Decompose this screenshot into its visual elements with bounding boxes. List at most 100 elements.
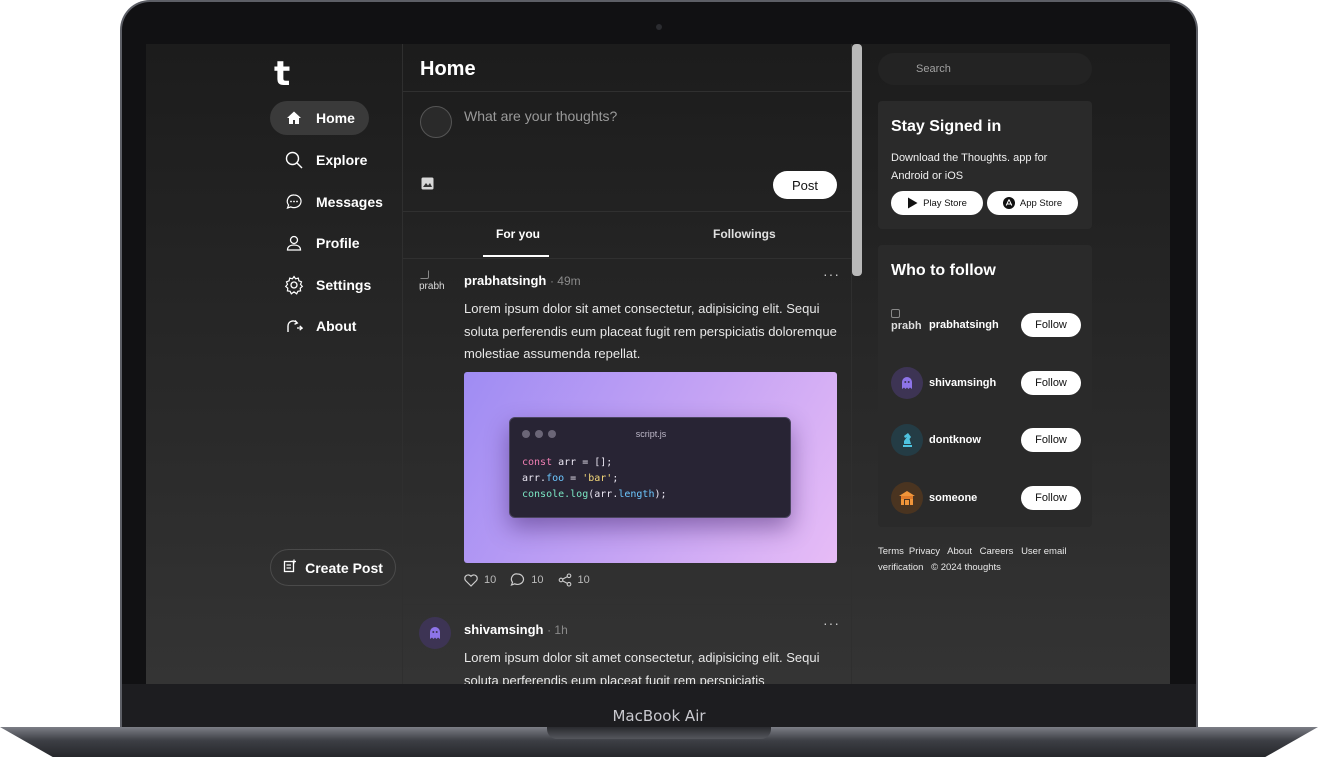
follow-button[interactable]: Follow <box>1021 428 1081 452</box>
avatar[interactable]: prabh <box>419 269 451 301</box>
card-description: Download the Thoughts. app for Android o… <box>891 152 1048 182</box>
sidebar-item-explore[interactable]: Explore <box>270 143 381 177</box>
comment-icon <box>510 573 525 587</box>
footer-link-careers[interactable]: Careers <box>980 546 1014 557</box>
active-tab-indicator <box>483 255 549 257</box>
post-author[interactable]: prabhatsingh · 49m <box>464 273 581 288</box>
code-line: arr.foo = 'bar'; <box>522 473 619 484</box>
main-feed: Home What are your thoughts? Post For yo… <box>402 44 853 684</box>
follow-suggestion: someone Follow <box>891 481 1081 515</box>
share-button[interactable]: 10 <box>558 573 590 587</box>
comment-count: 10 <box>531 574 544 586</box>
play-store-icon <box>908 197 918 209</box>
post-time: · 49m <box>549 274 581 288</box>
avatar-alt-text: prabh <box>419 281 445 292</box>
follow-user-name[interactable]: prabhatsingh <box>929 319 1021 331</box>
follow-user-name[interactable]: dontknow <box>929 434 1021 446</box>
follow-user-name[interactable]: someone <box>929 492 1021 504</box>
sidebar-item-label: Settings <box>316 277 372 293</box>
divider <box>403 604 853 605</box>
post-button[interactable]: Post <box>773 171 837 199</box>
chat-bubble-icon <box>284 192 304 212</box>
copyright: © 2024 thoughts <box>931 562 1001 573</box>
sidebar-item-label: Profile <box>316 235 360 251</box>
more-options-icon[interactable]: ··· <box>823 615 840 631</box>
app-screen: t Home Explore Messages Profile Settings <box>146 44 1170 684</box>
avatar <box>420 106 452 138</box>
footer-link-terms[interactable]: Terms <box>878 546 904 557</box>
broken-image-icon <box>891 309 900 318</box>
laptop-notch <box>547 727 771 739</box>
device-label: MacBook Air <box>612 707 706 725</box>
post-text: Lorem ipsum dolor sit amet consectetur, … <box>464 650 820 684</box>
sidebar-item-profile[interactable]: Profile <box>270 226 374 260</box>
like-button[interactable]: 10 <box>464 573 497 587</box>
tab-for-you[interactable]: For you <box>496 227 540 241</box>
post-image[interactable]: script.js const arr = []; arr.foo = 'bar'… <box>464 372 837 563</box>
share-count: 10 <box>577 574 590 586</box>
edit-note-icon <box>283 559 297 576</box>
thought-input[interactable]: What are your thoughts? <box>464 108 617 124</box>
post-time: · 1h <box>547 623 568 637</box>
divider <box>403 258 853 259</box>
who-to-follow-card: Who to follow prabh prabhatsingh Follow … <box>878 245 1092 527</box>
share-icon <box>558 573 571 587</box>
gear-icon <box>284 275 304 295</box>
chess-knight-avatar-icon <box>903 433 912 447</box>
code-line: console.log(arr.length); <box>522 489 667 500</box>
like-count: 10 <box>484 574 497 586</box>
image-upload-icon[interactable] <box>421 177 434 195</box>
sidebar-item-label: About <box>316 318 357 334</box>
follow-button[interactable]: Follow <box>1021 313 1081 337</box>
post-author[interactable]: shivamsingh · 1h <box>464 622 568 637</box>
tab-followings[interactable]: Followings <box>713 227 776 241</box>
comment-button[interactable]: 10 <box>510 573 544 587</box>
app-store-label: App Store <box>1019 197 1063 209</box>
sidebar-item-settings[interactable]: Settings <box>270 268 385 302</box>
camera <box>656 24 662 30</box>
app-store-button[interactable]: App Store <box>987 191 1078 215</box>
sidebar-item-label: Messages <box>316 194 383 210</box>
create-post-button[interactable]: Create Post <box>270 549 396 586</box>
play-store-label: Play Store <box>923 197 967 209</box>
author-name: prabhatsingh <box>464 273 547 288</box>
heart-icon <box>464 573 478 587</box>
avatar-alt-text: prabh <box>891 320 922 332</box>
play-store-button[interactable]: Play Store <box>891 191 983 215</box>
follow-button[interactable]: Follow <box>1021 486 1081 510</box>
page-title: Home <box>420 58 476 80</box>
user-icon <box>284 233 304 253</box>
post-actions: 10 10 10 <box>464 573 590 587</box>
create-post-label: Create Post <box>305 559 383 576</box>
follow-button[interactable]: Follow <box>1021 371 1081 395</box>
app-logo[interactable]: t <box>274 54 290 94</box>
author-name: shivamsingh <box>464 622 544 637</box>
sidebar-item-about[interactable]: About <box>270 309 370 343</box>
about-icon <box>284 316 304 336</box>
avatar[interactable] <box>419 617 451 649</box>
footer-link-about[interactable]: About <box>947 546 972 557</box>
sidebar-item-messages[interactable]: Messages <box>270 185 397 219</box>
feed-scrollbar[interactable] <box>852 44 862 276</box>
stay-signed-in-card: Stay Signed in Download the Thoughts. ap… <box>878 101 1092 229</box>
ghost-avatar-icon <box>430 627 440 639</box>
follow-user-name[interactable]: shivamsingh <box>929 377 1021 389</box>
search-input[interactable]: Search <box>878 53 1092 85</box>
follow-suggestion: prabh prabhatsingh Follow <box>891 308 1081 342</box>
avatar[interactable] <box>891 367 923 399</box>
follow-suggestion: dontknow Follow <box>891 423 1081 457</box>
more-options-icon[interactable]: ··· <box>823 266 840 282</box>
code-window: script.js const arr = []; arr.foo = 'bar'… <box>509 417 791 518</box>
sidebar-item-label: Explore <box>316 152 368 168</box>
avatar[interactable] <box>891 424 923 456</box>
temple-avatar-icon <box>899 491 915 505</box>
broken-image-icon <box>419 269 429 279</box>
card-title: Stay Signed in <box>891 118 1002 135</box>
app-store-icon <box>1002 197 1015 209</box>
avatar[interactable]: prabh <box>891 309 923 341</box>
sidebar-item-label: Home <box>316 110 355 126</box>
footer-link-privacy[interactable]: Privacy <box>909 546 940 557</box>
divider <box>403 91 853 92</box>
sidebar-item-home[interactable]: Home <box>270 101 369 135</box>
avatar[interactable] <box>891 482 923 514</box>
